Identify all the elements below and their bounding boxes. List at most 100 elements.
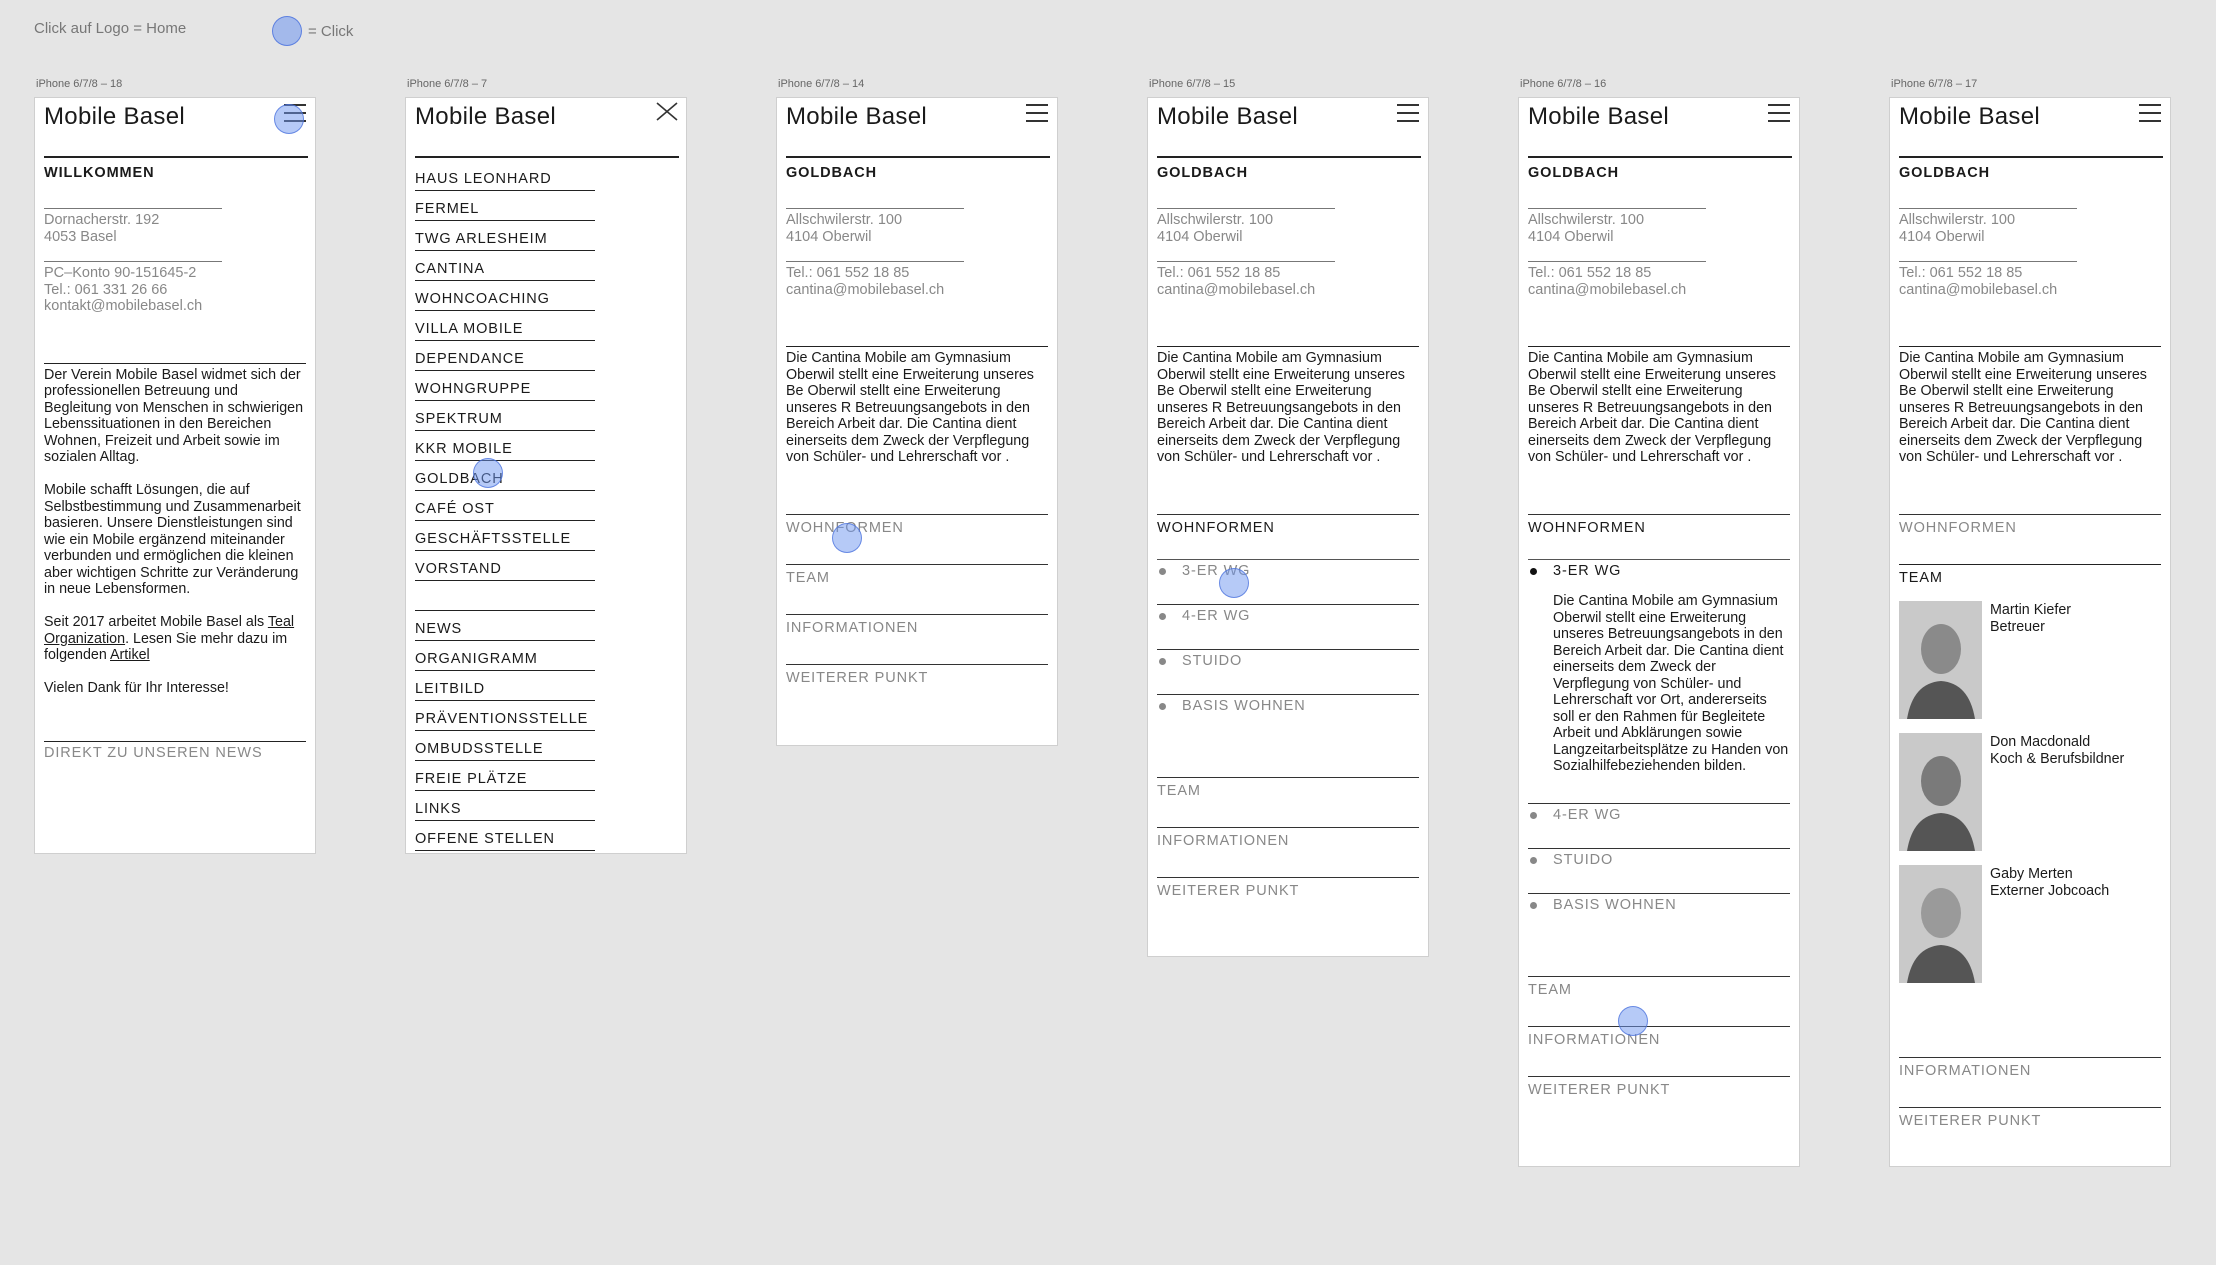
header: Mobile Basel [1519,98,1799,160]
header: Mobile Basel [1890,98,2170,160]
divider [44,261,222,262]
section-weiterer-punkt[interactable]: WEITERER PUNKT [1899,1107,2161,1157]
sub-item-3er-wg[interactable]: 3-ER WG [1157,560,1419,605]
paragraph: Vielen Dank für Ihr Interesse! [44,680,229,696]
menu-item[interactable]: WOHNCOACHING [415,281,595,311]
section-wohnformen[interactable]: WOHNFORMEN [1528,514,1790,559]
logo[interactable]: Mobile Basel [786,103,927,131]
sub-item-label: 3-ER WG [1553,563,1622,579]
menu-item[interactable]: GOLDBACH [415,461,595,491]
logo[interactable]: Mobile Basel [1528,103,1669,131]
paragraph: Der Verein Mobile Basel widmet sich der … [44,366,304,466]
hamburger-menu-icon[interactable] [284,104,306,122]
menu-item[interactable]: VORSTAND [415,551,595,581]
sub-item-studio[interactable]: STUIDO [1528,849,1790,894]
section-informationen[interactable]: INFORMATIONEN [1528,1025,1790,1076]
divider [1899,261,2077,262]
section-weiterer-punkt[interactable]: WEITERER PUNKT [1157,877,1419,927]
menu-item[interactable]: CANTINA [415,251,595,281]
sections: WOHNFORMEN 3-ER WG 4-ER WG STUIDO BASIS … [1157,514,1419,927]
menu-item[interactable]: LINKS [415,791,595,821]
section-wohnformen[interactable]: WOHNFORMEN [1899,514,2161,564]
header: Mobile Basel [777,98,1057,160]
menu-item[interactable]: OFFENE STELLEN [415,821,595,851]
email-address: cantina@mobilebasel.ch [786,281,945,298]
team-member: Martin Kiefer Betreuer [1899,601,2161,719]
page-title: GOLDBACH [1899,165,1990,181]
menu-item[interactable]: DEPENDANCE [415,341,595,371]
sub-item-basis-wohnen[interactable]: BASIS WOHNEN [1528,894,1790,976]
location-description: Die Cantina Mobile am Gymnasium Oberwil … [1528,350,1776,465]
menu-item[interactable]: TWG ARLESHEIM [415,221,595,251]
team-member-name: Don Macdonald [1990,734,2091,750]
menu-item[interactable]: KKR MOBILE [415,431,595,461]
menu-item[interactable]: VILLA MOBILE [415,311,595,341]
logo[interactable]: Mobile Basel [1899,103,2040,131]
logo[interactable]: Mobile Basel [415,103,556,131]
article-link[interactable]: Artikel [110,647,150,663]
logo[interactable]: Mobile Basel [44,103,185,131]
divider [1157,261,1335,262]
menu-item[interactable]: HAUS LEONHARD [415,161,595,191]
menu-item[interactable]: LEITBILD [415,671,595,701]
email-address: cantina@mobilebasel.ch [1528,281,1687,298]
menu-item[interactable]: FERMEL [415,191,595,221]
news-link[interactable]: DIREKT ZU UNSEREN NEWS [44,745,306,761]
frame-goldbach-team: Mobile Basel GOLDBACH Allschwilerstr. 100… [1889,97,2171,1167]
contact-block: Tel.: 061 552 18 85 cantina@mobilebasel.c… [786,265,1048,298]
sub-item-4er-wg[interactable]: 4-ER WG [1157,605,1419,650]
address-block: Allschwilerstr. 100 4104 Oberwil [1899,212,2161,245]
frame-label: iPhone 6/7/8 – 18 [36,78,123,90]
frame-welcome: Mobile Basel WILLKOMMEN Dornacherstr. 19… [34,97,316,854]
header: Mobile Basel [35,98,315,160]
section-informationen[interactable]: INFORMATIONEN [1157,827,1419,877]
location-description: Die Cantina Mobile am Gymnasium Oberwil … [1899,350,2147,465]
sub-item-basis-wohnen[interactable]: BASIS WOHNEN [1157,695,1419,777]
address-block: Allschwilerstr. 100 4104 Oberwil [1528,212,1790,245]
email-address: cantina@mobilebasel.ch [1157,281,1316,298]
menu-item[interactable]: GESCHÄFTSSTELLE [415,521,595,551]
frame-goldbach-wohnformen: Mobile Basel GOLDBACH Allschwilerstr. 100… [1147,97,1429,957]
location-info: GOLDBACH Allschwilerstr. 100 4104 Oberwil T… [1157,160,1419,466]
sub-item-studio[interactable]: STUIDO [1157,650,1419,695]
address-city: 4104 Oberwil [1157,228,1243,245]
menu-item[interactable]: FREIE PLÄTZE [415,761,595,791]
section-weiterer-punkt[interactable]: WEITERER PUNKT [786,664,1048,714]
address-city: 4104 Oberwil [1528,228,1614,245]
divider [1528,346,1790,347]
section-team[interactable]: TEAM Martin Kiefer Betreuer Don Macdonald K… [1899,564,2161,1007]
team-list: Martin Kiefer Betreuer Don Macdonald Koch &… [1899,601,2161,983]
hamburger-menu-icon[interactable] [1768,104,1790,122]
menu-item[interactable]: WOHNGRUPPE [415,371,595,401]
menu-item[interactable]: SPEKTRUM [415,401,595,431]
section-informationen[interactable]: INFORMATIONEN [786,614,1048,664]
hamburger-menu-icon[interactable] [1397,104,1419,122]
address-city: 4053 Basel [44,228,117,245]
divider [1157,346,1419,347]
phone-number: Tel.: 061 552 18 85 [1528,265,1652,281]
header: Mobile Basel [1148,98,1428,160]
menu-item[interactable]: PRÄVENTIONSSTELLE [415,701,595,731]
menu-item[interactable]: CAFÉ OST [415,491,595,521]
section-team[interactable]: TEAM [786,564,1048,614]
sub-item-3er-wg[interactable]: 3-ER WG Die Cantina Mobile am Gymnasium … [1528,560,1790,804]
hamburger-menu-icon[interactable] [2139,104,2161,122]
section-team[interactable]: TEAM [1528,975,1790,1026]
frame-menu: Mobile Basel HAUS LEONHARD FERMEL TWG ARLE… [405,97,687,854]
section-informationen[interactable]: INFORMATIONEN [1899,1057,2161,1107]
section-wohnformen[interactable]: WOHNFORMEN [786,514,1048,564]
sub-item-4er-wg[interactable]: 4-ER WG [1528,804,1790,849]
close-icon[interactable] [654,100,680,126]
section-weiterer-punkt[interactable]: WEITERER PUNKT [1528,1075,1790,1126]
menu-item[interactable]: OMBUDSSTELLE [415,731,595,761]
intro-text: Der Verein Mobile Basel widmet sich der … [44,367,306,697]
menu-item[interactable]: ORGANIGRAMM [415,641,595,671]
logo[interactable]: Mobile Basel [1157,103,1298,131]
divider [1157,156,1421,158]
contact-block: Tel.: 061 552 18 85 cantina@mobilebasel.c… [1899,265,2161,298]
menu-item[interactable]: NEWS [415,611,595,641]
section-team[interactable]: TEAM [1157,777,1419,827]
section-wohnformen[interactable]: WOHNFORMEN [1157,514,1419,559]
hamburger-menu-icon[interactable] [1026,104,1048,122]
team-member: Don Macdonald Koch & Berufsbildner [1899,733,2161,851]
